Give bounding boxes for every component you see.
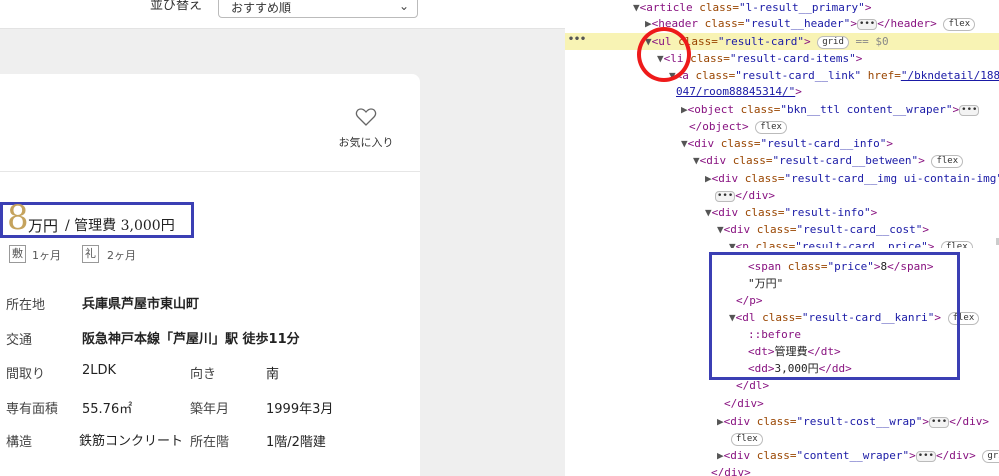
property-card[interactable]: お気に入り 8 万円 / 管理費 3,000円 敷 1ヶ月 礼 2ヶ月 所在地 …: [0, 74, 420, 476]
sort-label: 並び替え: [150, 0, 203, 13]
detail-label: 所在階: [190, 435, 230, 450]
favorite-label: お気に入り: [338, 136, 394, 149]
detail-structure: 鉄筋コンクリート: [79, 434, 184, 449]
detail-access: 阪急神戸本線「芦屋川」駅 徒歩11分: [82, 332, 300, 347]
key-money-tag: 礼: [82, 245, 99, 263]
dom-node[interactable]: </object> flex: [689, 120, 787, 134]
detail-label: 築年月: [190, 402, 230, 417]
dom-node[interactable]: </dl>: [736, 379, 769, 393]
dom-node[interactable]: ▶<object class="bkn__ttl content__wraper…: [681, 103, 980, 117]
detail-layout: 2LDK: [82, 363, 117, 378]
favorite-button[interactable]: お気に入り: [330, 107, 402, 150]
divider: [0, 171, 420, 172]
detail-area: 55.76㎡: [82, 402, 133, 417]
dom-node[interactable]: </div>: [724, 397, 764, 411]
deposit-value: 1ヶ月: [32, 249, 61, 262]
price-highlight-box: 8 万円 / 管理費 3,000円: [0, 198, 194, 238]
detail-label: 専有面積: [6, 402, 59, 417]
annotation-circle: [637, 27, 691, 82]
page-panel: 並び替え おすすめ順 ⌄ お気に入り 8 万円 / 管理費 3,000円 敷 1…: [0, 0, 565, 476]
annotation-highlight-box: [709, 252, 960, 380]
sort-select-value: おすすめ順: [231, 1, 292, 15]
heart-icon: [355, 108, 377, 126]
detail-floor: 1階/2階建: [266, 435, 326, 450]
dom-node[interactable]: </div>: [711, 466, 751, 476]
detail-label: 交通: [6, 333, 33, 348]
rent-price-unit: 万円: [28, 217, 59, 235]
detail-label: 間取り: [6, 367, 46, 382]
dom-node[interactable]: ▼<a class="result-card__link" href="/bkn…: [669, 69, 999, 83]
rent-price: 8: [7, 198, 29, 238]
dom-node[interactable]: ▼<div class="result-info">: [705, 206, 877, 220]
management-fee: / 管理費 3,000円: [65, 218, 175, 234]
dom-node[interactable]: ▼<div class="result-card__cost">: [717, 223, 929, 237]
detail-direction: 南: [266, 367, 280, 382]
detail-label: 所在地: [6, 298, 46, 313]
dom-node-continued[interactable]: 047/room88845314/">: [676, 85, 802, 99]
dom-node[interactable]: ▶<div class="result-card__img ui-contain…: [705, 172, 999, 186]
dom-node[interactable]: ▼<div class="result-card__info">: [681, 137, 893, 151]
dom-node[interactable]: ▼<div class="result-card__between"> flex: [693, 154, 964, 168]
dom-node[interactable]: ▶<div class="content__wraper"> ••• </div> …: [717, 449, 999, 463]
dom-node[interactable]: ▶<div class="result-cost__wrap"> ••• </div…: [717, 415, 989, 429]
detail-label: 構造: [6, 435, 33, 450]
dom-node[interactable]: ▼<article class="l-result__primary">: [633, 1, 871, 15]
detail-label: 向き: [190, 367, 217, 382]
detail-built: 1999年3月: [266, 402, 334, 417]
detail-address: 兵庫県芦屋市東山町: [82, 297, 200, 312]
dom-node[interactable]: ••• </div>: [715, 189, 775, 203]
dom-node[interactable]: ▶<header class="result__header"> ••• </hea…: [645, 17, 976, 31]
dom-node-badge[interactable]: flex: [731, 432, 763, 446]
dom-node-partially-hidden[interactable]: ▼<p class="result-card__price"> flex: [729, 240, 973, 248]
node-menu-dots[interactable]: •••: [568, 34, 586, 45]
devtools-elements-panel: ••• ▼<article class="l-result__primary">…: [565, 0, 999, 476]
sort-select[interactable]: おすすめ順 ⌄: [218, 0, 418, 18]
key-money-value: 2ヶ月: [107, 249, 136, 262]
chevron-down-icon: ⌄: [398, 0, 409, 13]
deposit-tag: 敷: [9, 245, 26, 263]
sort-bar: 並び替え おすすめ順 ⌄: [0, 0, 565, 29]
